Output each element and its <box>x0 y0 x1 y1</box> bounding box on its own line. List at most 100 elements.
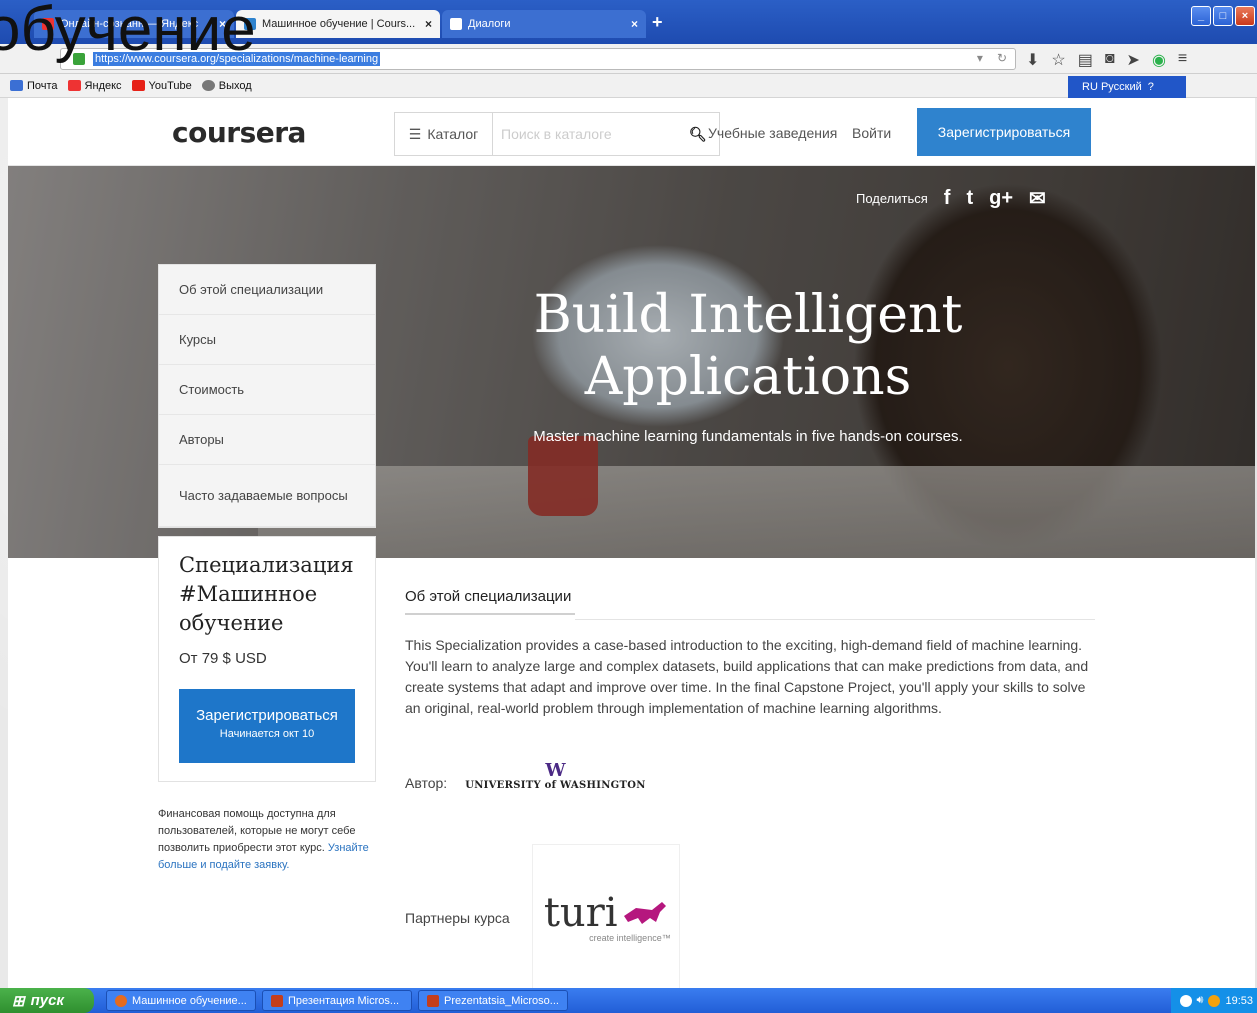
signup-button[interactable]: Зарегистрироваться <box>917 108 1091 156</box>
close-window-button[interactable]: × <box>1235 6 1255 26</box>
specialization-title: Специализация #Машинное обучение <box>179 553 354 635</box>
system-tray: 🔊︎ 19:53 <box>1171 988 1257 1013</box>
bookmark-label: YouTube <box>148 79 192 92</box>
hero-subtitle: Master machine learning fundamentals in … <box>533 428 963 445</box>
sidenav-item-faq[interactable]: Часто задаваемые вопросы <box>159 465 375 527</box>
uw-name: UNIVERSITY of WASHINGTON <box>465 780 646 791</box>
share-label: Поделиться <box>856 191 928 206</box>
uw-mark: W <box>545 760 566 781</box>
tab-label: Машинное обучение | Cours... <box>262 18 416 30</box>
taskbar-item-powerpoint-2[interactable]: Prezentatsia_Microso... <box>418 990 568 1011</box>
schools-link[interactable]: Учебные заведения <box>708 125 837 141</box>
tab-label: Диалоги <box>468 18 511 30</box>
bookmark-star-icon[interactable]: ☆ <box>1051 50 1065 70</box>
google-plus-icon[interactable]: g+ <box>989 187 1013 210</box>
university-of-washington-logo[interactable]: W UNIVERSITY of WASHINGTON <box>465 760 646 792</box>
chat-tab-icon <box>450 18 462 30</box>
start-label: пуск <box>30 992 65 1009</box>
bookmark-label: Почта <box>27 79 58 92</box>
volume-icon[interactable]: 🔊︎ <box>1197 994 1204 1007</box>
start-date: Начинается окт 10 <box>219 728 315 740</box>
clock[interactable]: 19:53 <box>1225 995 1253 1007</box>
help-icon[interactable]: ? <box>1148 81 1154 93</box>
powerpoint-icon <box>427 994 439 1007</box>
web-page: coursera ☰ Каталог 🔍︎ Учебные заведения … <box>8 98 1255 988</box>
turi-word: turi <box>543 890 618 936</box>
send-icon[interactable]: ➤ <box>1127 50 1140 70</box>
browser-toolbar: ⬇ ☆ ▤ ◙ ➤ ◉ ≡ <box>1026 50 1187 70</box>
close-icon[interactable]: × <box>631 17 638 31</box>
dropdown-icon[interactable]: ▾ <box>977 51 983 65</box>
enroll-button-label: Зарегистрироваться <box>196 707 338 724</box>
divider <box>575 619 1095 620</box>
task-label: Prezentatsia_Microso... <box>444 994 559 1007</box>
facebook-icon[interactable]: f <box>944 187 951 210</box>
sidenav-item-authors[interactable]: Авторы <box>159 415 375 465</box>
about-tab[interactable]: Об этой специализации <box>405 588 575 615</box>
maximize-button[interactable]: □ <box>1213 6 1233 26</box>
extension-icon[interactable]: ◉ <box>1152 50 1166 70</box>
firefox-icon <box>115 994 127 1007</box>
network-icon[interactable] <box>1179 994 1192 1007</box>
new-tab-button[interactable]: + <box>652 12 663 33</box>
search-input[interactable] <box>493 126 689 142</box>
sidenav-item-about[interactable]: Об этой специализации <box>159 265 375 315</box>
share-bar: Поделиться f t g+ ✉ <box>856 186 1046 211</box>
bookmark-label: Яндекс <box>84 79 122 92</box>
bookmark-label: Выход <box>218 79 252 92</box>
menu-icon[interactable]: ≡ <box>1178 50 1187 70</box>
catalog-label: Каталог <box>427 126 479 142</box>
tab-dialogs[interactable]: Диалоги × <box>442 10 646 38</box>
turi-logo[interactable]: turi create intelligence™ <box>531 844 680 988</box>
list-icon: ☰ <box>408 125 422 142</box>
antivirus-icon[interactable] <box>1208 994 1221 1007</box>
taskbar-item-powerpoint-1[interactable]: Презентация Micros... <box>262 990 412 1011</box>
about-section: Об этой специализации This Specializatio… <box>405 588 1095 988</box>
login-link[interactable]: Войти <box>852 125 891 141</box>
specialization-price: От 79 $ USD <box>179 650 267 667</box>
turi-mark: turi <box>544 893 668 933</box>
exit-icon <box>201 80 215 91</box>
hero-title: Build Intelligent Applications <box>533 285 963 407</box>
bookmark-youtube[interactable]: YouTube <box>131 79 192 92</box>
powerpoint-icon <box>271 994 283 1007</box>
specialization-card: Специализация #Машинное обучение От 79 $… <box>158 536 376 782</box>
financial-aid-text: Финансовая помощь доступна для пользоват… <box>158 808 356 854</box>
reload-icon[interactable]: ↻ <box>997 51 1007 65</box>
search-icon[interactable]: 🔍︎ <box>689 126 707 143</box>
bookmark-exit[interactable]: Выход <box>201 79 252 92</box>
email-icon[interactable]: ✉ <box>1029 186 1046 211</box>
author-label: Автор: <box>405 775 448 791</box>
enroll-button[interactable]: Зарегистрироваться Начинается окт 10 <box>179 689 355 763</box>
coursera-logo[interactable]: coursera <box>172 116 306 149</box>
minimize-button[interactable]: _ <box>1191 6 1211 26</box>
close-icon[interactable]: × <box>425 17 432 31</box>
cat-icon <box>623 902 666 924</box>
bookmark-mail[interactable]: Почта <box>10 80 58 92</box>
download-icon[interactable]: ⬇ <box>1026 50 1039 70</box>
yandex-icon <box>67 80 81 91</box>
tab-coursera[interactable]: Машинное обучение | Cours... × <box>236 10 440 38</box>
twitter-icon[interactable]: t <box>966 187 973 210</box>
youtube-icon <box>131 80 145 91</box>
reading-list-icon[interactable]: ▤ <box>1078 50 1093 70</box>
start-button[interactable]: ⊞ пуск <box>0 988 94 1013</box>
taskbar: ⊞ пуск Машинное обучение... Презентация … <box>0 988 1257 1013</box>
section-nav: Об этой специализации Курсы Стоимость Ав… <box>158 264 376 528</box>
partners-row: Партнеры курса turi create intelligence™ <box>405 844 680 988</box>
pocket-icon[interactable]: ◙ <box>1105 50 1115 70</box>
task-label: Машинное обучение... <box>132 994 247 1007</box>
taskbar-item-firefox[interactable]: Машинное обучение... <box>106 990 256 1011</box>
catalog-search: ☰ Каталог 🔍︎ <box>394 112 720 156</box>
site-header: coursera ☰ Каталог 🔍︎ Учебные заведения … <box>8 98 1255 166</box>
language-bar[interactable]: RU Русский ? <box>1068 76 1186 98</box>
catalog-button[interactable]: ☰ Каталог <box>395 113 493 155</box>
partners-label: Партнеры курса <box>405 910 510 926</box>
window-controls: _ □ × <box>1191 6 1255 26</box>
author-row: Автор: W UNIVERSITY of WASHINGTON <box>405 760 646 792</box>
sidenav-item-courses[interactable]: Курсы <box>159 315 375 365</box>
turi-tagline: create intelligence™ <box>589 933 671 943</box>
task-label: Презентация Micros... <box>288 994 400 1007</box>
sidenav-item-pricing[interactable]: Стоимость <box>159 365 375 415</box>
bookmark-yandex[interactable]: Яндекс <box>67 79 122 92</box>
